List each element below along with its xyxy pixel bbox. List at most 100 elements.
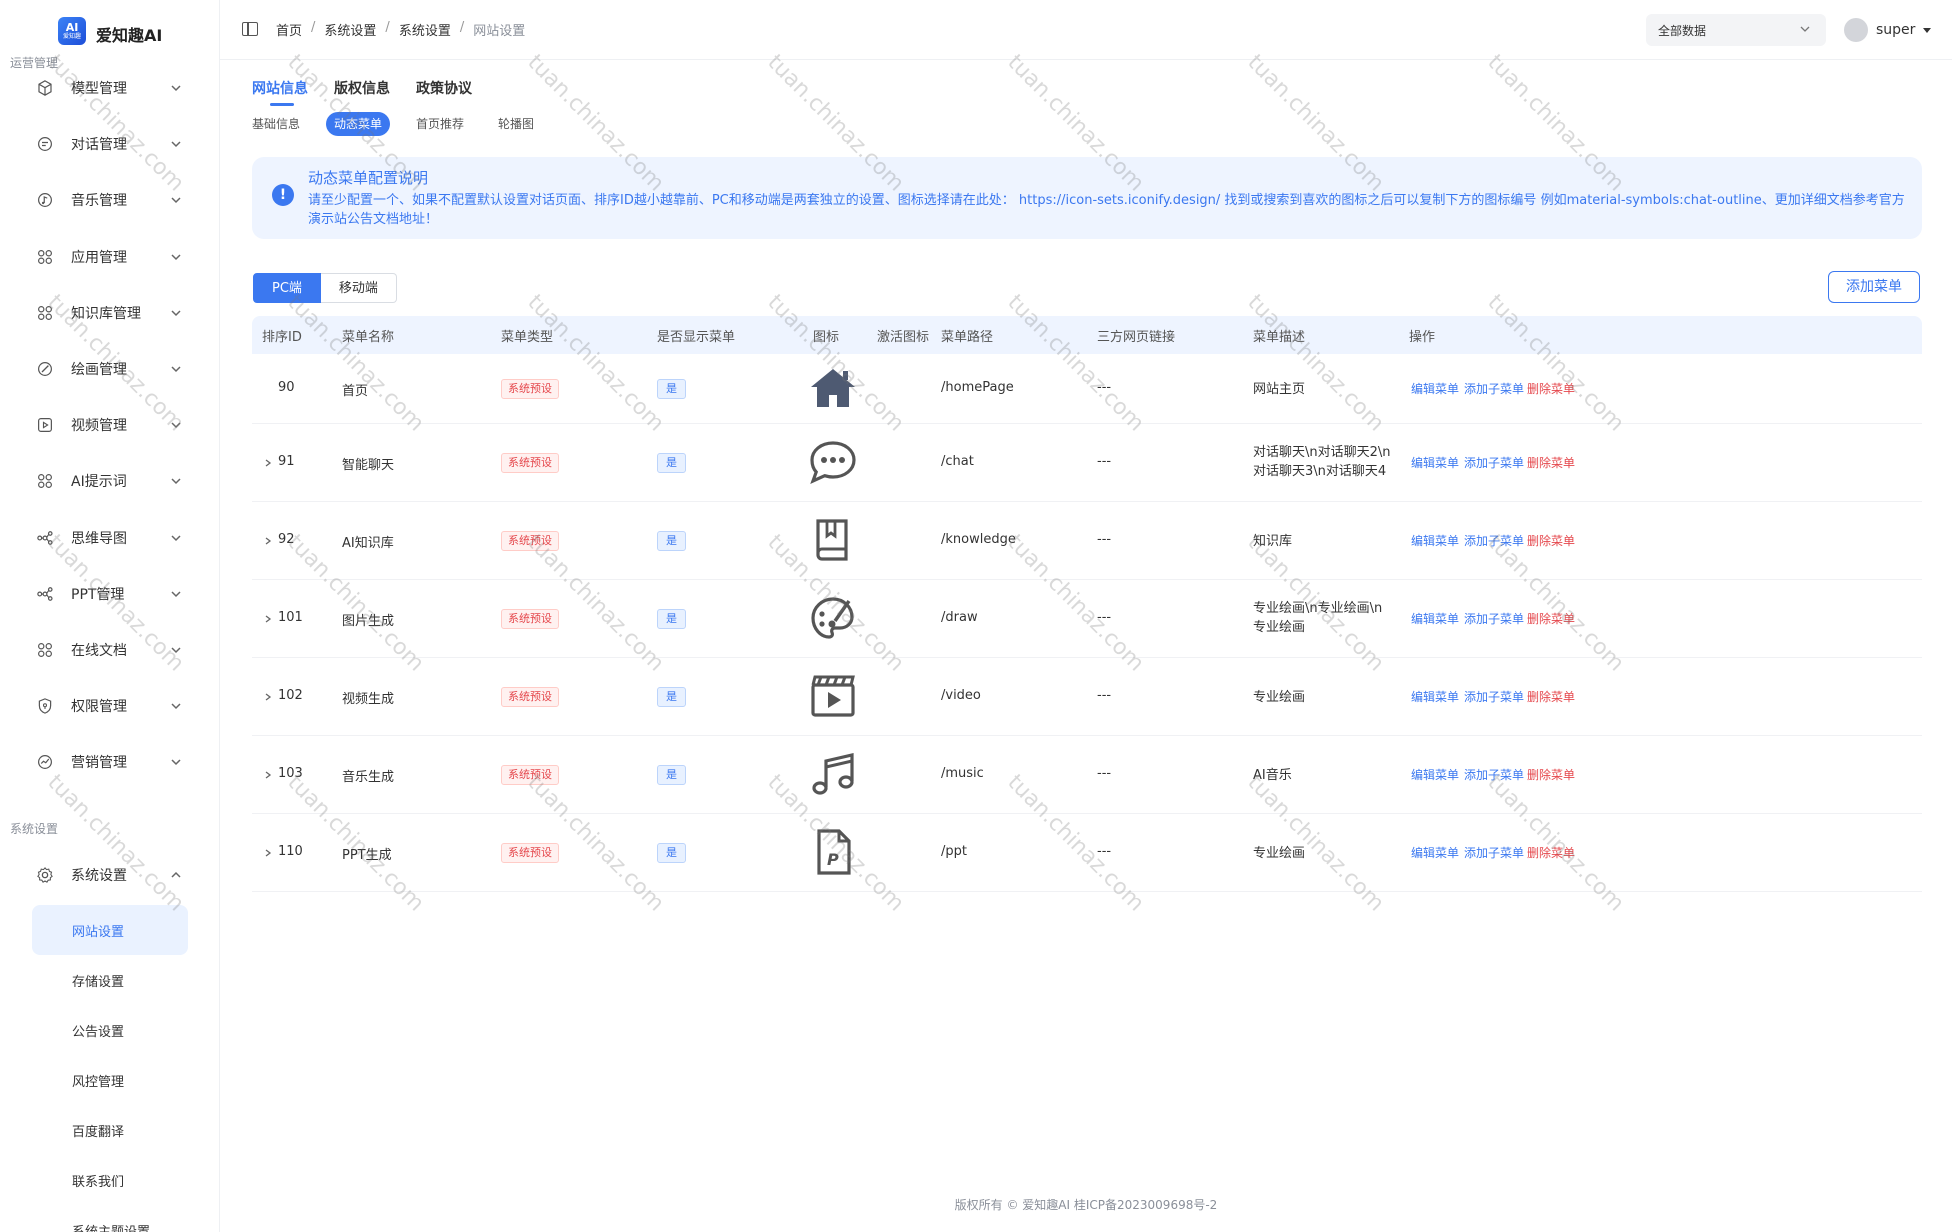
chevron-up-icon [171, 871, 181, 878]
visible-tag: 是 [657, 531, 686, 551]
column-header: 三方网页链接 [1097, 330, 1176, 345]
sidebar-item[interactable]: 知识库管理 [0, 293, 219, 333]
breadcrumb-separator: / [459, 20, 465, 35]
add-submenu-button[interactable]: 添加子菜单 [1464, 844, 1524, 861]
sidebar-subitem[interactable]: 网站设置 [32, 905, 188, 955]
group-title-sys: 系统设置 [10, 822, 59, 836]
sidebar-item[interactable]: 在线文档 [0, 630, 219, 670]
cell-link: --- [1097, 688, 1112, 703]
brand[interactable]: AI 爱知趣 爱知趣AI [0, 0, 219, 60]
breadcrumb-item[interactable]: 系统设置 [324, 20, 376, 39]
cell-path: /ppt [941, 844, 967, 859]
gear-icon [37, 867, 53, 883]
data-scope-select[interactable]: 全部数据 [1646, 14, 1826, 46]
sidebar-item[interactable]: 权限管理 [0, 686, 219, 726]
cell-visible: 是 [657, 609, 686, 629]
sidebar-subitem-label: 联系我们 [72, 1175, 125, 1190]
breadcrumb-home[interactable]: 首页 [276, 20, 302, 39]
sidebar-subitem-label: 百度翻译 [72, 1125, 125, 1140]
table-row: 101 图片生成 系统预设 是/draw --- 专业绘画\n专业绘画\n专业绘画 编辑菜单… [252, 580, 1922, 658]
sidebar-collapse-icon[interactable] [242, 22, 258, 36]
cell-path: /draw [941, 610, 978, 625]
add-menu-button[interactable]: 添加菜单 [1828, 271, 1920, 303]
cell-type: 系统预设 [501, 765, 559, 785]
cell-link: --- [1097, 844, 1112, 859]
cell-desc: 专业绘画 [1253, 846, 1306, 861]
add-submenu-button[interactable]: 添加子菜单 [1464, 380, 1524, 397]
sidebar-subitem[interactable]: 百度翻译 [32, 1105, 188, 1155]
edit-menu-button[interactable]: 编辑菜单 [1411, 688, 1459, 705]
add-submenu-button[interactable]: 添加子菜单 [1464, 610, 1524, 627]
delete-menu-button[interactable]: 删除菜单 [1527, 454, 1575, 471]
delete-menu-button[interactable]: 删除菜单 [1527, 380, 1575, 397]
add-submenu-button[interactable]: 添加子菜单 [1464, 766, 1524, 783]
sidebar-item[interactable]: 思维导图 [0, 518, 219, 558]
type-tag: 系统预设 [501, 687, 559, 707]
sidebar-item[interactable]: AI提示词 [0, 461, 219, 501]
sidebar-item-system-settings[interactable]: 系统设置 [0, 855, 219, 895]
sidebar-subitem-label: 风控管理 [72, 1075, 125, 1090]
cell-desc: 网站主页 [1253, 382, 1306, 397]
sidebar-item[interactable]: 音乐管理 [0, 180, 219, 220]
delete-menu-button[interactable]: 删除菜单 [1527, 688, 1575, 705]
add-submenu-button[interactable]: 添加子菜单 [1464, 532, 1524, 549]
edit-menu-button[interactable]: 编辑菜单 [1411, 766, 1459, 783]
visible-tag: 是 [657, 379, 686, 399]
table-row: 91 智能聊天 系统预设 是/chat --- 对话聊天\n对话聊天2\n对话聊天3\n对… [252, 424, 1922, 502]
tab-copyright-info[interactable]: 版权信息 [334, 78, 390, 104]
cell-id: 110 [278, 844, 303, 859]
sidebar-item[interactable]: 应用管理 [0, 237, 219, 277]
cell-visible: 是 [657, 379, 686, 399]
cell-link: --- [1097, 454, 1112, 469]
tab-site-info[interactable]: 网站信息 [252, 78, 308, 106]
sidebar-subitem[interactable]: 公告设置 [32, 1005, 188, 1055]
sidebar-item[interactable]: 模型管理 [0, 68, 219, 108]
sidebar-item[interactable]: 营销管理 [0, 742, 219, 782]
cell-path: /video [941, 688, 981, 703]
edit-menu-button[interactable]: 编辑菜单 [1411, 532, 1459, 549]
top-header: 首页 / 系统设置 / 系统设置 / 网站设置 全部数据 super [220, 0, 1952, 60]
subtab-basic-info[interactable]: 基础信息 [252, 112, 308, 136]
sidebar-subitem[interactable]: 系统主题设置 [32, 1205, 188, 1232]
breadcrumb-item[interactable]: 系统设置 [399, 20, 451, 39]
table-row: 103 音乐生成 系统预设 是/music --- AI音乐 编辑菜单 添加子菜单 删除菜单 [252, 736, 1922, 814]
alert-body: 请至少配置一个、如果不配置默认设置对话页面、排序ID越小越靠前、PC和移动端是两… [308, 193, 1905, 227]
delete-menu-button[interactable]: 删除菜单 [1527, 532, 1575, 549]
settings-tabs: 网站信息 版权信息 政策协议 [252, 78, 472, 106]
delete-menu-button[interactable]: 删除菜单 [1527, 766, 1575, 783]
delete-menu-button[interactable]: 删除菜单 [1527, 610, 1575, 627]
sidebar-item[interactable]: 绘画管理 [0, 349, 219, 389]
sidebar-subitem[interactable]: 风控管理 [32, 1055, 188, 1105]
sidebar-item[interactable]: 对话管理 [0, 124, 219, 164]
delete-menu-button[interactable]: 删除菜单 [1527, 844, 1575, 861]
cell-type: 系统预设 [501, 843, 559, 863]
column-header: 菜单描述 [1253, 330, 1306, 345]
subtab-dynamic-menu[interactable]: 动态菜单 [326, 112, 391, 136]
edit-menu-button[interactable]: 编辑菜单 [1411, 610, 1459, 627]
sidebar-item[interactable]: 视频管理 [0, 405, 219, 445]
username: super [1876, 22, 1916, 38]
caret-down-icon [1923, 28, 1932, 33]
subtab-carousel[interactable]: 轮播图 [490, 112, 542, 136]
user-menu[interactable]: super [1844, 18, 1932, 42]
sidebar-subitem[interactable]: 存储设置 [32, 955, 188, 1005]
sidebar-item[interactable]: PPT管理 [0, 574, 219, 614]
type-tag: 系统预设 [501, 531, 559, 551]
tab-policy[interactable]: 政策协议 [416, 78, 472, 104]
edit-menu-button[interactable]: 编辑菜单 [1411, 454, 1459, 471]
edit-menu-button[interactable]: 编辑菜单 [1411, 844, 1459, 861]
info-alert: ! 动态菜单配置说明 请至少配置一个、如果不配置默认设置对话页面、排序ID越小越… [252, 157, 1922, 239]
sidebar-item-label: 营销管理 [71, 755, 127, 772]
segment-pc[interactable]: PC端 [253, 273, 321, 303]
platform-segment: PC端 移动端 [253, 273, 397, 303]
edit-menu-button[interactable]: 编辑菜单 [1411, 380, 1459, 397]
subtab-home-recommend[interactable]: 首页推荐 [408, 112, 472, 136]
cell-path: /chat [941, 454, 974, 469]
add-submenu-button[interactable]: 添加子菜单 [1464, 454, 1524, 471]
sidebar-subitem[interactable]: 联系我们 [32, 1155, 188, 1205]
segment-mobile[interactable]: 移动端 [320, 273, 397, 303]
table-row: 110 PPT生成 系统预设 是 P/ppt --- 专业绘画 编辑菜单 添加子菜单 删除菜单 [252, 814, 1922, 892]
add-submenu-button[interactable]: 添加子菜单 [1464, 688, 1524, 705]
cell-name: 首页 [342, 384, 369, 399]
cell-id: 92 [278, 532, 295, 547]
